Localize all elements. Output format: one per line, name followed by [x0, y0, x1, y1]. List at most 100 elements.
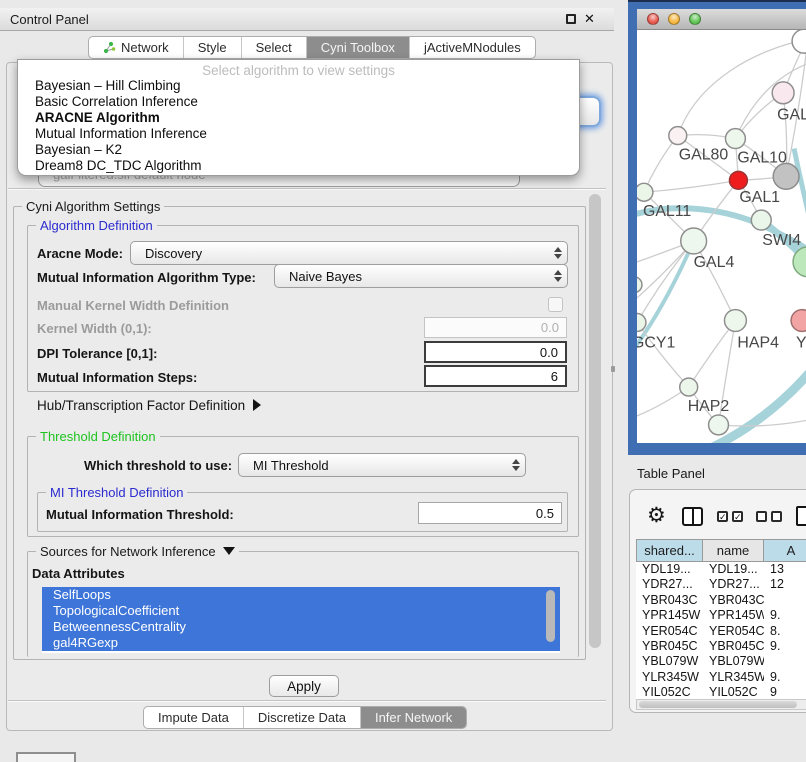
settings-scrollbar[interactable] [589, 194, 601, 648]
table-hscrollbar[interactable] [636, 699, 806, 710]
tab-cyni-toolbox[interactable]: Cyni Toolbox [306, 37, 409, 58]
network-view[interactable]: GALGAL80GAL10GAL1GAL11SWI4GAL4GCY1HAP4YH… [637, 30, 806, 443]
network-node[interactable] [792, 30, 806, 53]
table-row[interactable]: YPR145WYPR145W9. [636, 608, 806, 623]
unchecked-checkbox-icon[interactable] [756, 511, 767, 522]
network-node-hap4[interactable] [724, 310, 746, 332]
expanded-arrow-icon [223, 547, 235, 555]
attributes-scrollbar[interactable] [546, 590, 555, 642]
table-row[interactable]: YDL19...YDL19...13 [636, 562, 806, 577]
network-node-hap2[interactable] [680, 378, 698, 396]
tab-style[interactable]: Style [183, 37, 241, 58]
document-icon[interactable] [796, 506, 806, 526]
table-row[interactable]: YBR045CYBR045C9. [636, 639, 806, 654]
table-cell [764, 654, 806, 669]
node-label-gal1: GAL1 [739, 189, 780, 206]
hscrollbar-thumb[interactable] [639, 701, 797, 708]
checked-checkbox-icon[interactable]: ✓ [732, 511, 743, 522]
data-attributes-label: Data Attributes [32, 566, 125, 581]
network-node-gal4[interactable] [681, 228, 707, 254]
table-cell: YDR27... [703, 577, 764, 592]
network-node-gal80[interactable] [669, 127, 687, 145]
dpi-tolerance-field[interactable]: 0.0 [424, 341, 567, 363]
table-rows: YDL19...YDL19...13YDR27...YDR27...12YBR0… [636, 562, 806, 699]
network-node[interactable] [773, 163, 799, 189]
table-row[interactable]: YBR043CYBR043C [636, 593, 806, 608]
zoom-traffic-light[interactable] [689, 13, 701, 25]
sources-title[interactable]: Sources for Network Inference [36, 544, 239, 559]
manual-kernel-checkbox[interactable] [548, 297, 563, 312]
kernel-width-field[interactable]: 0.0 [424, 317, 567, 338]
table-row[interactable]: YLR345WYLR345W9. [636, 670, 806, 685]
network-window-titlebar[interactable] [637, 9, 806, 30]
network-node-gal1[interactable] [729, 171, 747, 189]
aracne-mode-combo[interactable]: Discovery [130, 241, 568, 265]
attribute-item-selfloops[interactable]: SelfLoops [42, 587, 560, 603]
node-label-hap2: HAP2 [688, 398, 730, 415]
table-row[interactable]: YDR27...YDR27...12 [636, 577, 806, 592]
table-cell: YDL19... [636, 562, 703, 577]
manual-kernel-label: Manual Kernel Width Definition [37, 298, 229, 313]
unchecked-checkbox-icon[interactable] [771, 511, 782, 522]
algorithm-option-bayesian-hill-climbing[interactable]: Bayesian – Hill Climbing [18, 78, 579, 94]
algorithm-option-mutual-information-inference[interactable]: Mutual Information Inference [18, 126, 579, 142]
close-traffic-light[interactable] [647, 13, 659, 25]
tab-select[interactable]: Select [241, 37, 306, 58]
attribute-item-gal4rgexp[interactable]: gal4RGexp [42, 635, 560, 651]
algorithm-option-dream8-dc-tdc-algorithm[interactable]: Dream8 DC_TDC Algorithm [18, 158, 579, 174]
network-node-swi4[interactable] [751, 210, 771, 230]
tab-jactivemnodules[interactable]: jActiveMNodules [409, 37, 535, 58]
table-row[interactable]: YBL079WYBL079W [636, 654, 806, 669]
tab-impute-data[interactable]: Impute Data [144, 707, 243, 728]
attribute-item-topologicalcoefficient[interactable]: TopologicalCoefficient [42, 603, 560, 619]
close-icon[interactable]: ✕ [584, 11, 595, 27]
node-label-y: Y [796, 334, 806, 351]
minimize-traffic-light[interactable] [668, 13, 680, 25]
tab-label: Discretize Data [258, 710, 346, 725]
attribute-item-betweennesscentrality[interactable]: BetweennessCentrality [42, 619, 560, 635]
network-node-gal[interactable] [772, 82, 794, 104]
panel-title: Control Panel [10, 12, 89, 27]
tab-infer-network[interactable]: Infer Network [360, 707, 466, 728]
column-header-a[interactable]: A [764, 539, 806, 562]
tab-network[interactable]: Network [89, 37, 183, 58]
divider [8, 188, 606, 190]
column-header-shared[interactable]: shared... [636, 539, 703, 562]
table-row[interactable]: YER054CYER054C8. [636, 624, 806, 639]
algorithm-option-aracne-algorithm[interactable]: ARACNE Algorithm [18, 110, 579, 126]
mi-threshold-field[interactable]: 0.5 [418, 502, 562, 524]
mi-type-combo[interactable]: Naive Bayes [274, 264, 568, 288]
network-node[interactable] [637, 277, 642, 293]
apply-button[interactable]: Apply [269, 675, 339, 697]
algorithm-option-bayesian-k2[interactable]: Bayesian – K2 [18, 142, 579, 158]
combo-stepper-icon [549, 270, 567, 282]
network-node-gcy1[interactable] [637, 314, 646, 332]
columns-icon[interactable] [682, 507, 703, 526]
divider [8, 700, 606, 702]
mi-steps-field[interactable]: 6 [424, 365, 567, 387]
float-window-icon[interactable] [566, 14, 576, 24]
node-label-swi4: SWI4 [762, 232, 801, 249]
combo-stepper-icon [507, 459, 525, 471]
network-icon [103, 41, 116, 54]
gear-icon[interactable]: ⚙ [647, 505, 666, 526]
network-node-gal11[interactable] [637, 183, 653, 201]
panel-splitter-handle[interactable] [611, 366, 615, 372]
table-row[interactable]: YIL052CYIL052C9 [636, 685, 806, 699]
network-node-gal10[interactable] [725, 129, 745, 149]
dropdown-placeholder: Select algorithm to view settings [18, 60, 579, 78]
hub-section-toggle[interactable]: Hub/Transcription Factor Definition [37, 398, 261, 413]
which-threshold-combo[interactable]: MI Threshold [238, 453, 526, 477]
checked-checkbox-icon[interactable]: ✓ [717, 511, 728, 522]
tab-label: Impute Data [158, 710, 229, 725]
tab-discretize-data[interactable]: Discretize Data [243, 707, 360, 728]
column-header-name[interactable]: name [703, 539, 764, 562]
bottom-left-widget[interactable] [16, 752, 76, 762]
table-header: shared...nameA [636, 539, 806, 562]
algorithm-option-basic-correlation-inference[interactable]: Basic Correlation Inference [18, 94, 579, 110]
network-node[interactable] [709, 415, 729, 435]
tab-label: Style [198, 40, 227, 55]
table-cell: 9. [764, 639, 806, 654]
network-node-y[interactable] [791, 310, 806, 332]
data-attributes-list: SelfLoopsTopologicalCoefficientBetweenne… [42, 587, 560, 653]
